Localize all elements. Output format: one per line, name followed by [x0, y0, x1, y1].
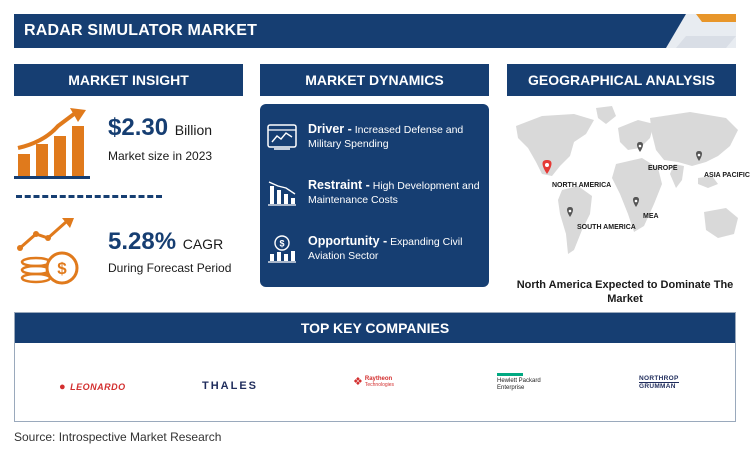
market-dynamics-header: MARKET DYNAMICS	[260, 64, 489, 96]
cagr-caption: During Forecast Period	[108, 261, 232, 275]
region-asia-pacific: ASIA PACIFIC	[704, 172, 750, 179]
region-europe: EUROPE	[648, 165, 678, 172]
top-companies-header: TOP KEY COMPANIES	[15, 313, 735, 343]
geo-caption: North America Expected to Dominate The M…	[516, 279, 734, 305]
title-banner: RADAR SIMULATOR MARKET	[14, 14, 736, 48]
world-map: NORTH AMERICA EUROPE ASIA PACIFIC MEA SO…	[512, 104, 750, 272]
report-title: RADAR SIMULATOR MARKET	[24, 22, 258, 39]
market-size-caption: Market size in 2023	[108, 149, 213, 163]
market-dynamics-panel: Driver - Increased Defense and Military …	[260, 104, 489, 287]
market-insight-header: MARKET INSIGHT	[14, 64, 243, 96]
declining-bars-icon	[268, 181, 296, 206]
driver-label: Driver -	[308, 122, 352, 136]
region-mea: MEA	[643, 213, 659, 220]
banner-accent-stripe	[666, 14, 736, 48]
opportunity-growth-icon: $	[268, 235, 296, 263]
hpe-text-1: Hewlett Packard	[497, 378, 541, 384]
region-south-america: SOUTH AMERICA	[577, 224, 636, 231]
thales-logo: THALES	[202, 376, 258, 394]
coins-growth-icon: $	[17, 218, 79, 285]
northrop-text-2: GRUMMAN	[639, 382, 679, 390]
hpe-bar-icon	[497, 373, 523, 376]
raytheon-text-1: Raytheon	[364, 375, 393, 382]
growth-chart-icon	[14, 108, 90, 179]
market-size-unit: Billion	[174, 122, 213, 138]
opportunity-label: Opportunity -	[308, 234, 388, 248]
hpe-logo: Hewlett Packard Enterprise	[497, 373, 541, 392]
cagr-unit: CAGR	[182, 236, 224, 252]
northrop-logo: NORTHROP GRUMMAN	[639, 375, 679, 390]
raytheon-text-2: Technologies	[364, 381, 395, 388]
source-note: Source: Introspective Market Research	[14, 430, 222, 444]
cagr-value: 5.28% CAGR	[108, 228, 224, 255]
top-companies-panel: TOP KEY COMPANIES ● LEONARDO THALES ❖ Ra…	[14, 312, 736, 422]
raytheon-mark-icon: ❖	[353, 376, 363, 388]
leonardo-mark-icon: ●	[59, 381, 66, 393]
leonardo-text: LEONARDO	[70, 382, 126, 392]
hpe-text-2: Enterprise	[497, 385, 525, 391]
restraint-label: Restraint -	[308, 178, 370, 192]
svg-text:$: $	[279, 239, 284, 249]
world-map-shape	[516, 106, 738, 254]
thales-text: THALES	[202, 380, 258, 392]
svg-text:$: $	[57, 259, 67, 278]
raytheon-logo: ❖ Raytheon Technologies	[353, 375, 395, 389]
northrop-text-1: NORTHROP	[639, 375, 679, 382]
region-north-america: NORTH AMERICA	[552, 182, 612, 189]
geographical-analysis-header: GEOGRAPHICAL ANALYSIS	[507, 64, 736, 96]
market-size-value: $2.30 Billion	[108, 114, 213, 141]
leonardo-logo: ● LEONARDO	[59, 377, 126, 395]
dashboard-icon	[267, 124, 297, 150]
insight-divider	[16, 195, 162, 198]
